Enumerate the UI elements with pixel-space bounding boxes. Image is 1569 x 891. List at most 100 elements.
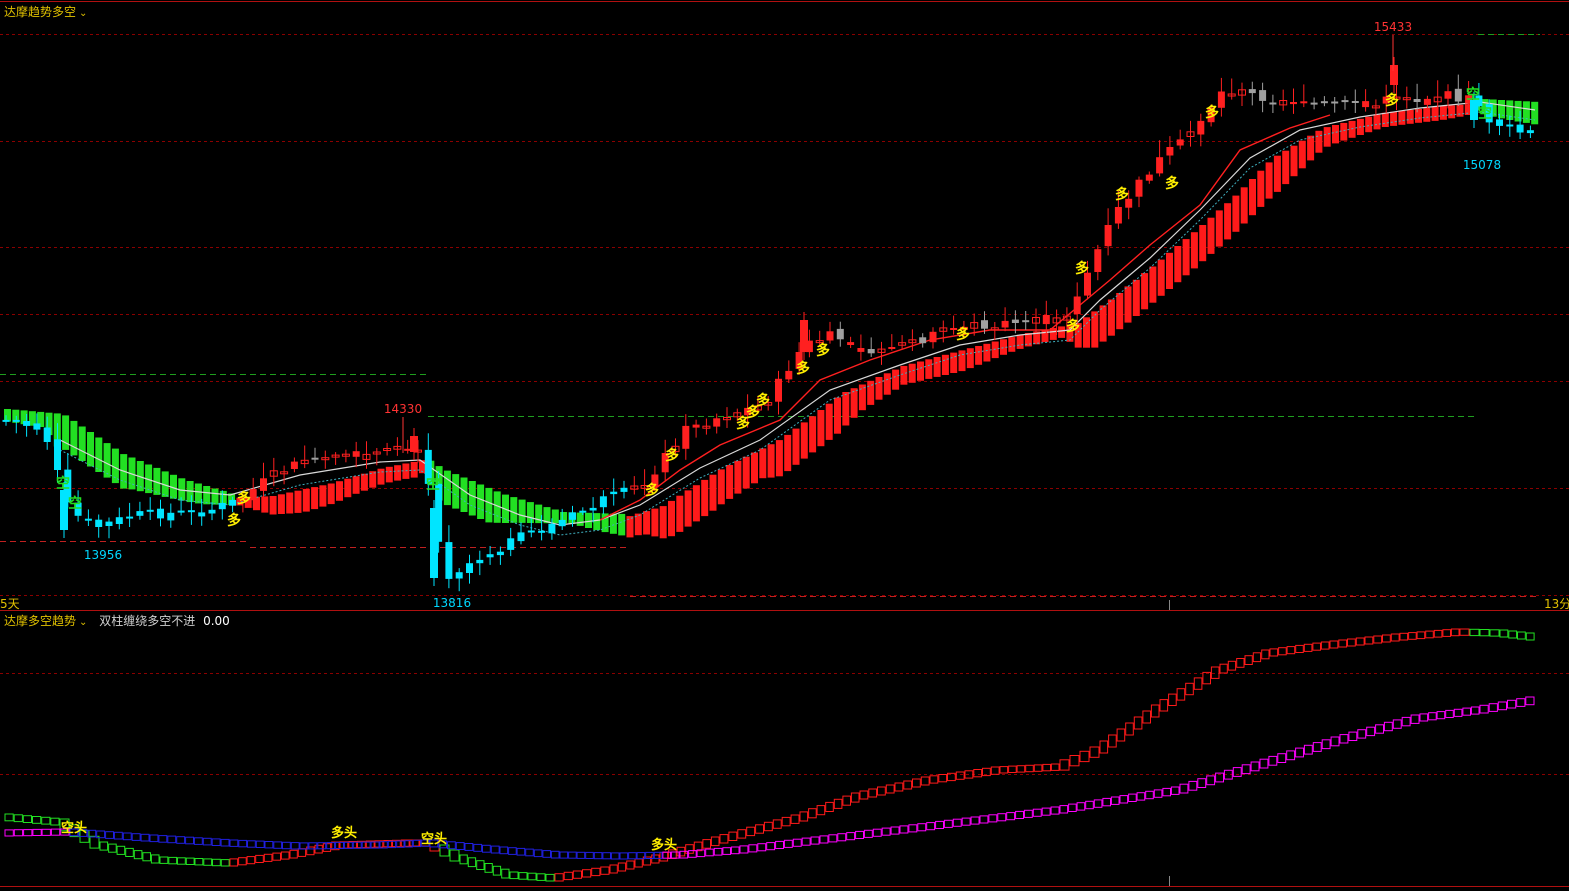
candle-body (558, 519, 566, 527)
band-block (1282, 150, 1290, 185)
band-block (892, 369, 900, 390)
band-block (643, 511, 651, 535)
indicator-rung (1232, 767, 1242, 777)
lower-signal-label: 多头 (651, 837, 677, 853)
band-block (991, 341, 999, 359)
indicator-rung (41, 828, 51, 836)
band-block (858, 384, 866, 411)
indicator-rung (1507, 699, 1517, 709)
indicator-rung (610, 852, 620, 860)
band-block (302, 488, 310, 512)
indicator-rung (282, 841, 291, 850)
candle-body (43, 427, 51, 442)
band-block (875, 377, 883, 400)
indicator-rung (730, 846, 740, 855)
indicator-rung (863, 829, 873, 838)
indicator-rung (763, 821, 773, 832)
indicator-rung (572, 870, 582, 879)
band-block (1099, 305, 1107, 342)
band-block (651, 508, 659, 537)
indicator-rung (877, 786, 886, 796)
candle-body (1104, 225, 1112, 247)
indicator-rung (1286, 646, 1296, 655)
indicator-rung (1006, 812, 1016, 821)
trend-band (4, 99, 1539, 539)
indicator-rung (990, 766, 1000, 775)
indicator-rung (1330, 736, 1340, 747)
indicator-rung (576, 851, 586, 859)
indicator-rung (1489, 629, 1500, 637)
indicator-rung (1150, 704, 1160, 718)
band-block (1132, 279, 1140, 316)
band-block (609, 513, 617, 534)
chevron-down-icon[interactable]: ⌄ (79, 8, 87, 19)
indicator-rung (13, 814, 23, 823)
band-block (518, 499, 526, 523)
candle-body (1444, 91, 1452, 99)
candle-body (1248, 89, 1256, 94)
top-panel-header[interactable]: 达摩趋势多空 ⌄ (4, 3, 87, 20)
band-block (1157, 259, 1165, 296)
band-block (958, 350, 966, 372)
indicator-rung (1089, 746, 1100, 758)
band-block (460, 477, 468, 512)
indicator-rung (943, 819, 953, 828)
band-block (742, 456, 750, 489)
candle-body (2, 419, 10, 422)
indicator-rung (1517, 631, 1526, 640)
indicator-rung (1188, 780, 1198, 791)
candle-body (1341, 100, 1349, 103)
candle-body (1362, 101, 1370, 108)
band-block (327, 483, 335, 505)
indicator-rung (1525, 696, 1535, 706)
indicator-rung (211, 838, 221, 847)
candle-body (610, 491, 618, 495)
candle-body (1331, 101, 1339, 104)
candle-body (136, 511, 144, 516)
indicator-rung (997, 813, 1007, 822)
indicator-rung (229, 858, 239, 867)
indicator-rung (837, 833, 847, 842)
candle-body (208, 509, 216, 514)
indicator-rung (952, 818, 962, 827)
indicator-rung (1453, 708, 1463, 717)
band-block (784, 434, 792, 472)
band-block (800, 422, 808, 459)
indicator-rung (1050, 763, 1060, 771)
indicator-rung (755, 824, 764, 834)
band-block (751, 452, 758, 484)
candle-body (527, 530, 535, 533)
indicator-rung (1488, 703, 1498, 712)
indicator-rung (1364, 636, 1374, 645)
band-block (294, 490, 302, 513)
band-block (1290, 145, 1298, 177)
indicator-rung (518, 872, 528, 880)
indicator-rung (582, 869, 592, 878)
indicator-rung (619, 852, 629, 860)
indicator-rung (563, 871, 573, 881)
indicator-rung (568, 851, 577, 859)
indicator-rung (473, 843, 483, 852)
chevron-down-icon[interactable]: ⌄ (79, 617, 87, 628)
indicator-rung (1202, 671, 1212, 685)
indicator-fast-line (4, 628, 1535, 882)
band-block (966, 348, 974, 369)
indicator-name: 双柱缠绕多空不进 (99, 614, 196, 628)
signal-long: 多 (1205, 104, 1219, 121)
indicator-rung (1069, 755, 1080, 767)
indicator-rung (855, 830, 864, 840)
band-block (410, 461, 418, 478)
band-block (1381, 112, 1389, 127)
indicator-rung (899, 825, 909, 834)
band-block (825, 403, 833, 440)
bottom-panel-header[interactable]: 达摩多空趋势 ⌄ 双柱缠绕多空不进 0.00 (4, 612, 230, 629)
indicator-rung (1252, 652, 1262, 663)
candle-body (507, 538, 515, 550)
indicator-rung (509, 871, 519, 880)
indicator-rung (920, 776, 930, 786)
band-block (286, 492, 294, 514)
indicator-rung (246, 856, 256, 865)
indicator-rung (527, 872, 537, 881)
indicator-rung (159, 856, 169, 864)
candle-body (177, 510, 185, 513)
